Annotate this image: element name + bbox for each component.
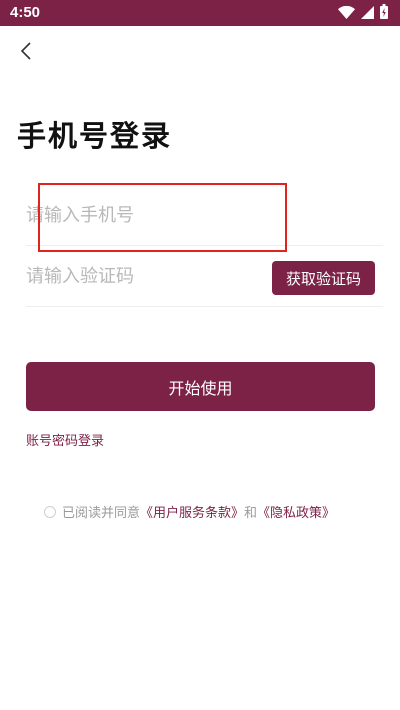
agreement-row: 已阅读并同意 《用户服务条款》 和 《隐私政策》 xyxy=(44,502,335,521)
phone-field-row xyxy=(26,185,383,246)
verification-code-input[interactable] xyxy=(26,246,256,306)
wifi-icon xyxy=(338,4,355,23)
status-icons xyxy=(338,3,388,23)
status-time: 4:50 xyxy=(10,4,41,21)
password-login-link[interactable]: 账号密码登录 xyxy=(26,430,104,449)
get-code-button[interactable]: 获取验证码 xyxy=(272,261,375,295)
agreement-checkbox[interactable] xyxy=(44,505,56,518)
phone-input[interactable] xyxy=(26,185,256,245)
back-arrow-icon xyxy=(14,42,40,68)
start-button[interactable]: 开始使用 xyxy=(26,362,375,411)
page-title: 手机号登录 xyxy=(17,119,173,153)
agreement-conjunction: 和 xyxy=(244,506,258,521)
terms-link[interactable]: 《用户服务条款》 xyxy=(140,502,244,521)
status-bar: 4:50 xyxy=(0,0,400,26)
back-button[interactable] xyxy=(14,38,40,64)
signal-icon xyxy=(361,4,374,23)
privacy-link[interactable]: 《隐私政策》 xyxy=(257,502,335,521)
agreement-prefix: 已阅读并同意 xyxy=(62,506,141,521)
battery-icon xyxy=(380,3,388,23)
